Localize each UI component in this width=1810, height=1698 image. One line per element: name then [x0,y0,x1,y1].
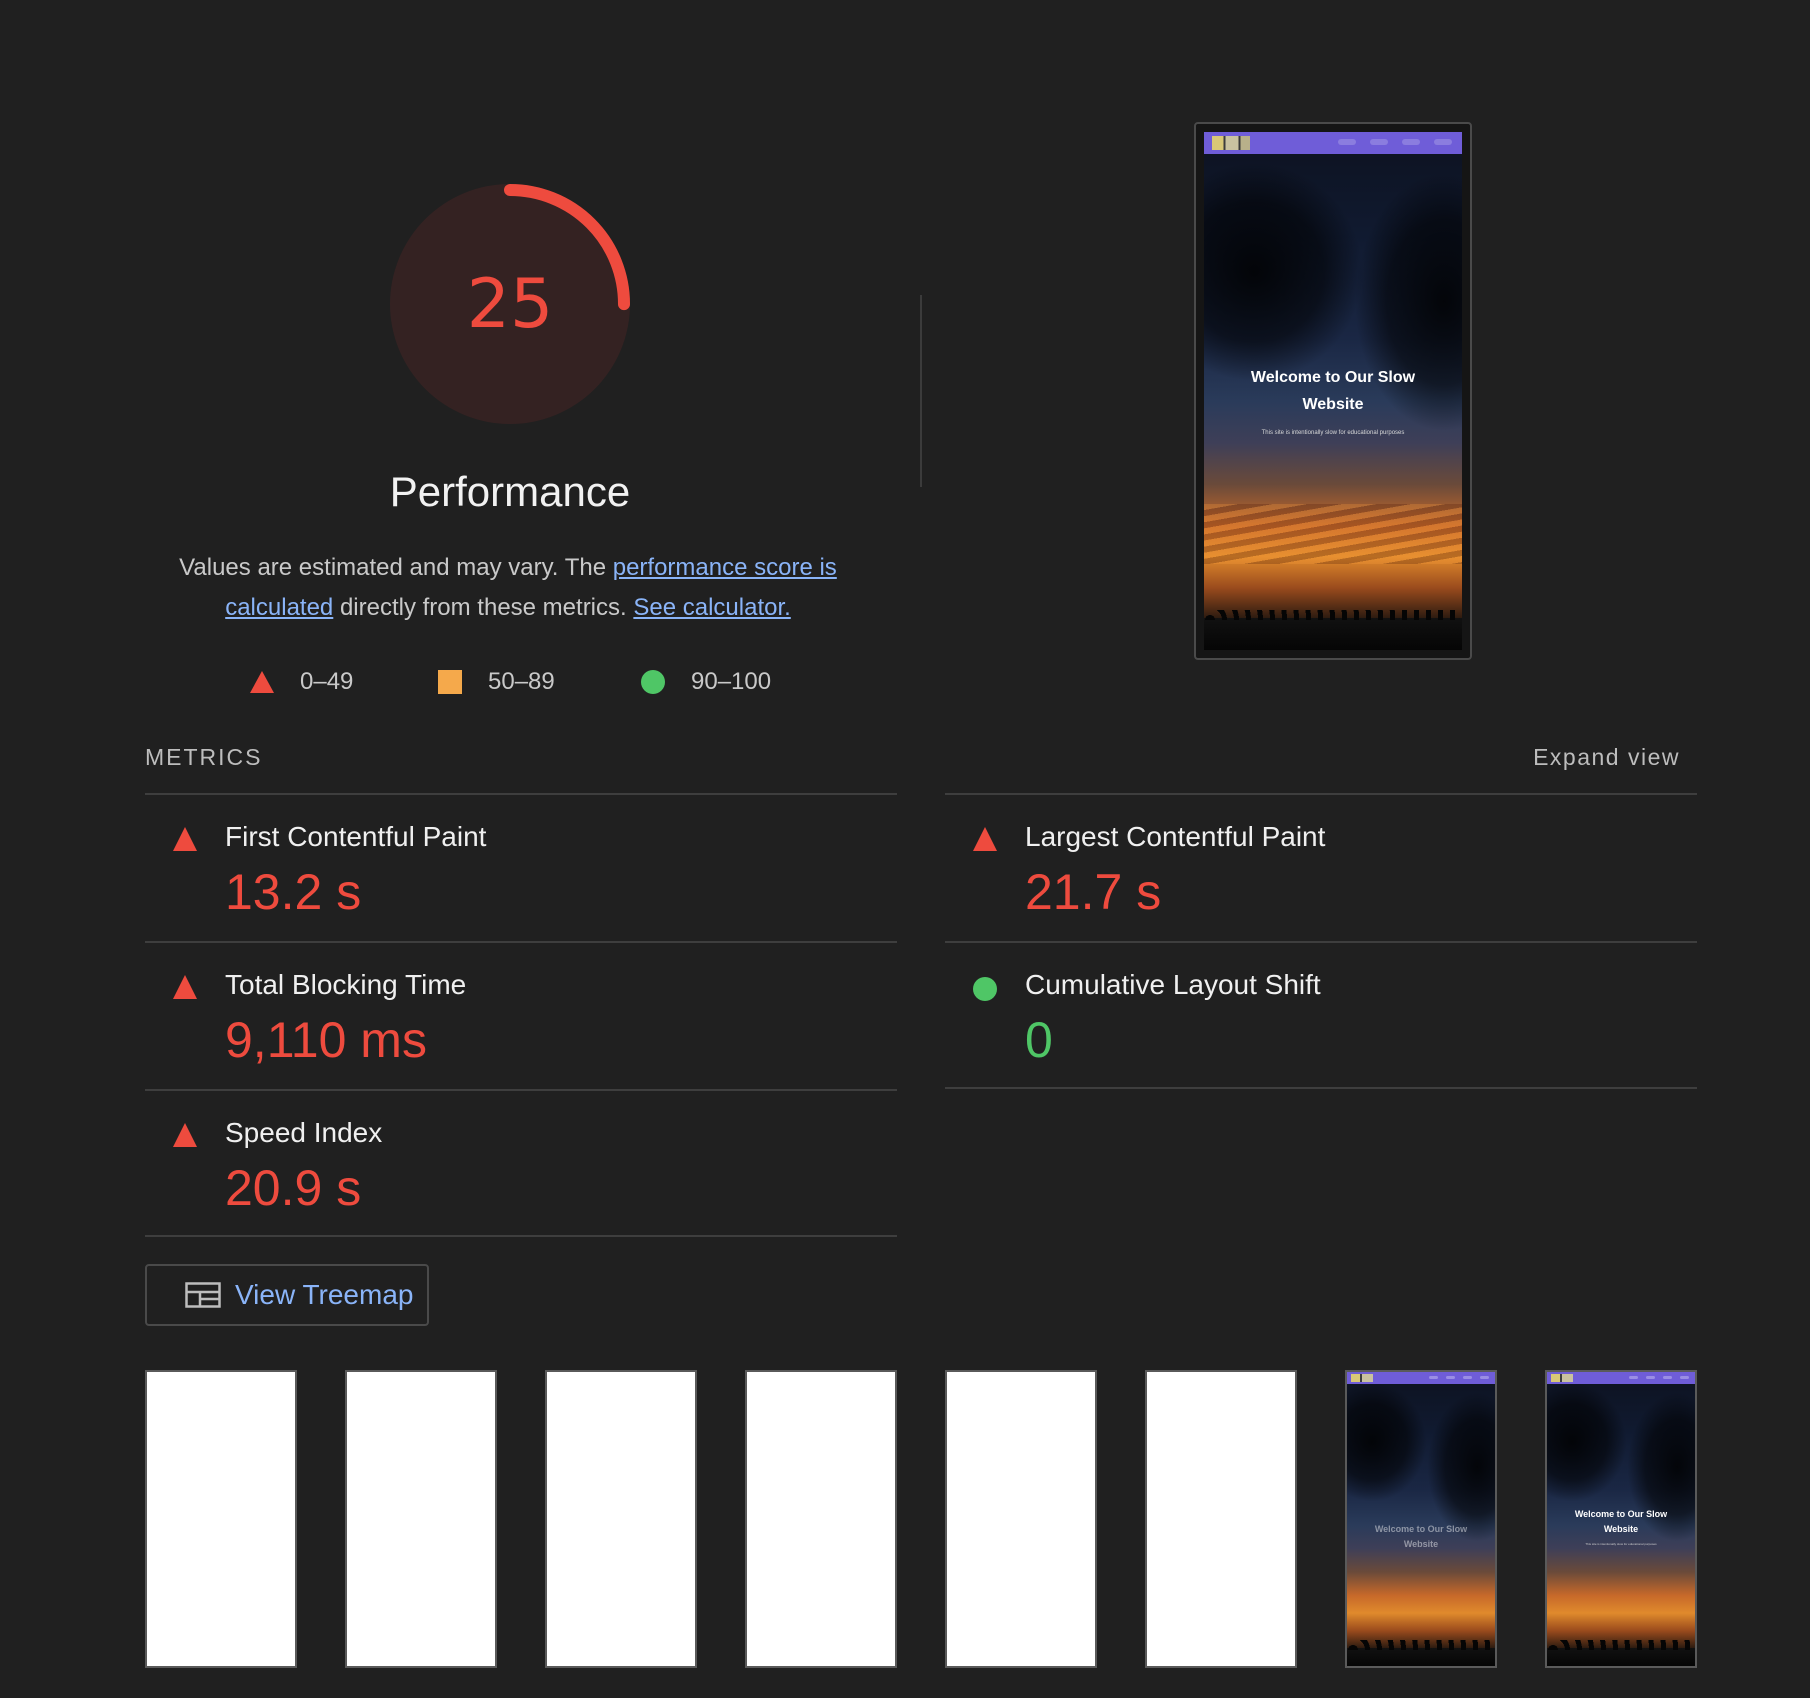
mini-logo [1351,1374,1373,1382]
treemap-icon [185,1282,221,1308]
divider [145,1235,897,1237]
metric-value: 9,110 ms [225,1012,427,1068]
fail-triangle-icon [173,1123,197,1147]
view-treemap-button[interactable]: View Treemap [145,1264,429,1326]
legend-average-range: 50–89 [488,668,555,695]
metric-speed-index: Speed Index 20.9 s [145,1091,897,1237]
metric-value: 20.9 s [225,1160,362,1216]
tree-right [1427,1392,1495,1542]
filmstrip-frame: Welcome to Our Slow Website [1345,1370,1497,1668]
tree-left [1347,1382,1427,1502]
description-text-2: directly from these metrics. [333,594,634,621]
fail-triangle-icon [173,827,197,851]
preview-hero-subtitle: This site is intentionally slow for educ… [1261,430,1405,436]
mini-logo [1551,1374,1573,1382]
cloud-band [1204,504,1462,564]
mini-links [1429,1376,1489,1379]
mini-links [1629,1376,1689,1379]
score-legend: 0–49 50–89 90–100 [0,664,1020,700]
divider [945,1087,1697,1089]
frame-title: Welcome to Our Slow Website [1374,1524,1468,1549]
preview-nav-link [1434,139,1452,145]
metric-value: 13.2 s [225,864,362,920]
triangle-icon [250,671,274,693]
expand-view-toggle[interactable]: Expand view [1533,744,1680,771]
metric-value: 0 [1025,1012,1053,1068]
frame-subtitle: This site is intentionally slow for educ… [1585,1542,1657,1546]
pass-circle-icon [973,977,997,1001]
metric-name: Largest Contentful Paint [1025,821,1326,852]
metric-name: Cumulative Layout Shift [1025,969,1321,1000]
filmstrip-frame [1145,1370,1297,1668]
fail-triangle-icon [973,827,997,851]
legend-pass: 90–100 [641,664,771,700]
metric-cumulative-layout-shift: Cumulative Layout Shift 0 [945,943,1697,1089]
filmstrip-frame: Welcome to Our Slow Website This site is… [1545,1370,1697,1668]
vertical-divider [920,295,922,487]
preview-nav-link [1370,139,1388,145]
preview-navbar [1204,132,1462,154]
filmstrip-frame [545,1370,697,1668]
metrics-header: METRICS [145,744,263,770]
preview-nav-links [1338,139,1452,145]
mini-navbar [1347,1372,1495,1384]
metric-name: Speed Index [225,1117,383,1148]
preview-hero-title: Welcome to Our Slow Website [1250,369,1416,413]
tree-left [1547,1382,1627,1502]
fail-triangle-icon [173,975,197,999]
score-description: Values are estimated and may vary. The p… [148,548,868,628]
circle-icon [641,670,665,694]
legend-fail-range: 0–49 [300,668,354,695]
preview-logo [1212,136,1250,150]
tree-line [1347,1640,1495,1666]
metric-first-contentful-paint: First Contentful Paint 13.2 s [145,795,897,941]
tree-left [1204,162,1364,382]
metric-largest-contentful-paint: Largest Contentful Paint 21.7 s [945,795,1697,941]
metric-name: Total Blocking Time [225,969,467,1000]
mini-navbar [1547,1372,1695,1384]
preview-nav-link [1338,139,1356,145]
metric-value: 21.7 s [1025,864,1162,920]
view-treemap-label: View Treemap [235,1279,414,1310]
legend-average: 50–89 [438,664,555,700]
filmstrip-frame [345,1370,497,1668]
performance-score: 25 [466,264,554,344]
metric-total-blocking-time: Total Blocking Time 9,110 ms [145,943,897,1089]
filmstrip-frame [145,1370,297,1668]
filmstrip-frame [945,1370,1097,1668]
legend-fail: 0–49 [250,664,353,700]
metric-name: First Contentful Paint [225,821,487,852]
final-screenshot[interactable]: Welcome to Our Slow Website This site is… [1194,122,1472,660]
screenshot-screen: Welcome to Our Slow Website This site is… [1204,132,1462,650]
frame-title: Welcome to Our Slow Website [1574,1509,1668,1534]
gauge-title: Performance [389,468,631,515]
tree-line [1204,610,1462,650]
filmstrip: Welcome to Our Slow Website Welcome to O… [145,1370,1697,1670]
see-calculator-link[interactable]: See calculator. [633,594,790,621]
description-text-1: Values are estimated and may vary. The [179,554,613,581]
tree-line [1547,1640,1695,1666]
preview-nav-link [1402,139,1420,145]
filmstrip-frame [745,1370,897,1668]
square-icon [438,670,462,694]
legend-pass-range: 90–100 [691,668,772,695]
performance-gauge: 25 [384,178,636,430]
